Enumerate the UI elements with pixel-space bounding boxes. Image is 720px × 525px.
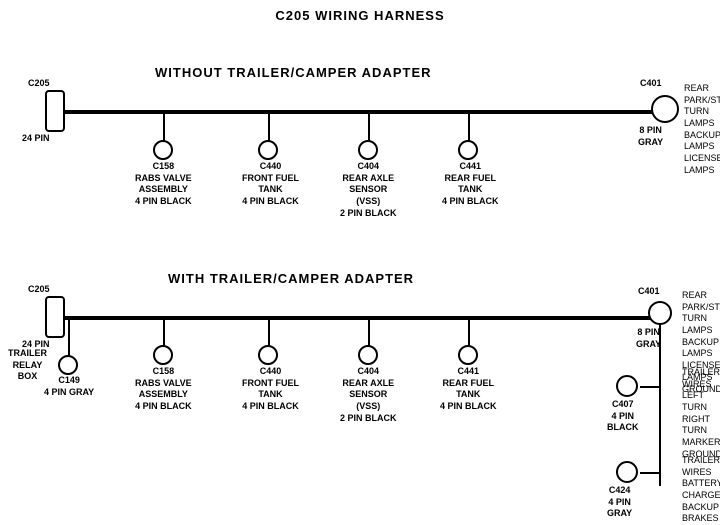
top-main-hline xyxy=(60,110,670,114)
c149-vline xyxy=(68,316,70,356)
c441-top-circle xyxy=(458,140,478,160)
c401-top-circle xyxy=(651,95,679,123)
c424-circle xyxy=(616,461,638,483)
c407-right-label: TRAILER WIRESLEFT TURNRIGHT TURNMARKERGR… xyxy=(682,367,720,461)
diagram-container: WITHOUT TRAILER/CAMPER ADAPTER C205 24 P… xyxy=(0,23,720,523)
c441-bot-vline xyxy=(468,316,470,346)
c440-bot-label: C440FRONT FUELTANK4 PIN BLACK xyxy=(242,366,299,413)
c158-top-vline xyxy=(163,111,165,141)
c401-top-right-label: REAR PARK/STOPTURN LAMPSBACKUP LAMPSLICE… xyxy=(684,83,720,177)
c407-circle xyxy=(616,375,638,397)
c404-top-circle xyxy=(358,140,378,160)
c440-bot-vline xyxy=(268,316,270,346)
c149-label: C1494 PIN GRAY xyxy=(44,375,94,398)
c401-bot-sub: 8 PINGRAY xyxy=(636,327,661,350)
c424-label: C4244 PINGRAY xyxy=(607,485,632,520)
c205-bot-rect xyxy=(45,296,65,338)
c424-right-label: TRAILER WIRESBATTERY CHARGEBACKUPBRAKES xyxy=(682,455,720,525)
c440-top-vline xyxy=(268,111,270,141)
c441-bot-circle xyxy=(458,345,478,365)
c401-top-sub: 8 PINGRAY xyxy=(638,125,663,148)
c205-top-rect xyxy=(45,90,65,132)
c441-top-vline xyxy=(468,111,470,141)
c158-bot-label: C158RABS VALVEASSEMBLY4 PIN BLACK xyxy=(135,366,192,413)
c440-top-label: C440FRONT FUELTANK4 PIN BLACK xyxy=(242,161,299,208)
c404-top-label: C404REAR AXLESENSOR(VSS)2 PIN BLACK xyxy=(340,161,397,219)
c404-bot-label: C404REAR AXLESENSOR(VSS)2 PIN BLACK xyxy=(340,366,397,424)
c424-hline xyxy=(640,472,660,474)
c441-top-label: C441REAR FUELTANK4 PIN BLACK xyxy=(442,161,499,208)
c440-top-circle xyxy=(258,140,278,160)
c440-bot-circle xyxy=(258,345,278,365)
c407-hline xyxy=(640,386,660,388)
c149-circle xyxy=(58,355,78,375)
c158-top-circle xyxy=(153,140,173,160)
section1-label: WITHOUT TRAILER/CAMPER ADAPTER xyxy=(155,65,432,80)
c407-label: C4074 PINBLACK xyxy=(607,399,639,434)
c205-top-label: C205 xyxy=(28,78,50,90)
bot-main-hline xyxy=(60,316,670,320)
c205-bot-label: C205 xyxy=(28,284,50,296)
c158-bot-circle xyxy=(153,345,173,365)
c404-bot-vline xyxy=(368,316,370,346)
c158-top-label: C158RABS VALVEASSEMBLY4 PIN BLACK xyxy=(135,161,192,208)
c158-bot-vline xyxy=(163,316,165,346)
c401-top-label: C401 xyxy=(640,78,662,90)
c404-bot-circle xyxy=(358,345,378,365)
section2-label: WITH TRAILER/CAMPER ADAPTER xyxy=(168,271,414,286)
c401-bot-label: C401 xyxy=(638,286,660,298)
c441-bot-label: C441REAR FUELTANK4 PIN BLACK xyxy=(440,366,497,413)
page-title: C205 WIRING HARNESS xyxy=(0,0,720,23)
c205-top-sub: 24 PIN xyxy=(22,133,50,145)
c404-top-vline xyxy=(368,111,370,141)
c401-bot-circle xyxy=(648,301,672,325)
c149-extra: TRAILERRELAYBOX xyxy=(8,348,47,383)
